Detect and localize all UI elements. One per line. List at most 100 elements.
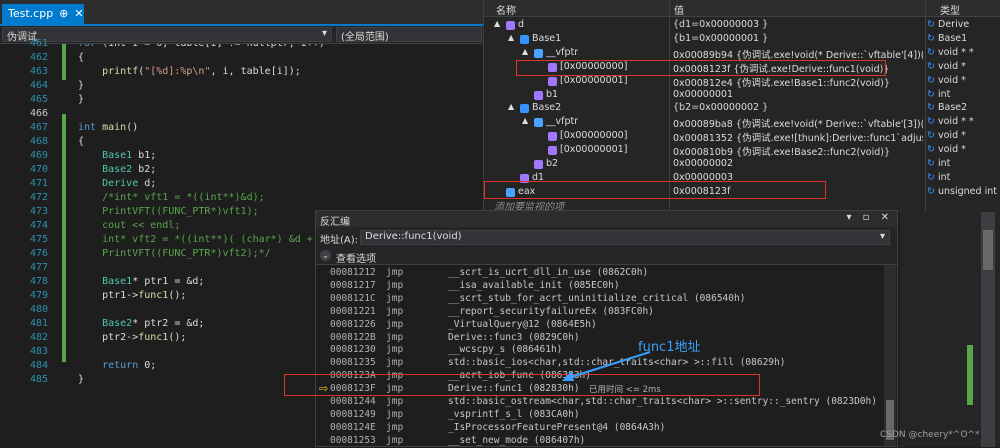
line-number: 470 — [29, 164, 48, 175]
watch-row[interactable]: b2 0x00000002 ↻ int — [484, 157, 1000, 171]
refresh-icon[interactable]: ↻ — [927, 61, 935, 72]
refresh-icon[interactable]: ↻ — [927, 158, 935, 169]
refresh-icon[interactable]: ↻ — [927, 144, 935, 155]
code-line[interactable]: Base1 b1; — [78, 150, 156, 161]
disassembly-op: jmp — [386, 421, 404, 433]
watch-value[interactable]: 0x000810b9 {伪调试.exe!Base2::func2(void)} — [673, 144, 923, 158]
code-line[interactable]: ptr2->func1(); — [78, 332, 186, 343]
code-line[interactable]: printf("[%d]:%p\n", i, table[i]); — [78, 66, 301, 77]
watch-type: void * — [938, 130, 966, 142]
refresh-icon[interactable]: ↻ — [927, 33, 935, 44]
watch-value[interactable]: 0x00089ba8 {伪调试.exe!void(* Derive::`vfta… — [673, 116, 923, 130]
code-line[interactable]: PrintVFT((FUNC_PTR*)vft2);*/ — [78, 248, 271, 259]
watch-row[interactable]: ▲ __vfptr 0x00089b94 {伪调试.exe!void(* Deriv… — [484, 46, 1000, 61]
scrollbar-thumb[interactable] — [983, 230, 993, 270]
code-token: printf — [102, 66, 139, 77]
code-line[interactable]: } — [78, 94, 84, 105]
code-line[interactable]: int main() — [78, 122, 138, 133]
refresh-icon[interactable]: ↻ — [927, 19, 935, 30]
watch-value[interactable]: 0x00081352 {伪调试.exe![thunk]:Derive::func… — [673, 130, 923, 144]
watch-value[interactable]: {d1=0x00000003 } — [673, 19, 923, 30]
watch-row[interactable]: [0x00000001] 0x000810b9 {伪调试.exe!Base2::f… — [484, 143, 1000, 158]
refresh-icon[interactable]: ↻ — [927, 186, 935, 197]
refresh-icon[interactable]: ↻ — [927, 172, 935, 183]
code-token: { — [78, 52, 85, 63]
watch-type: int — [938, 158, 951, 169]
column-type-header[interactable]: 类型 — [940, 2, 960, 17]
code-line[interactable]: Base2 b2; — [78, 164, 156, 175]
disassembly-line[interactable]: 00081249 jmp _vsprintf_s_l (083CA0h) — [330, 409, 880, 422]
disassembly-line[interactable]: 0008121C jmp __scrt_stub_for_acrt_uninitia… — [330, 293, 880, 306]
code-line[interactable]: Base2* ptr2 = &d; — [78, 318, 204, 329]
code-line[interactable]: PrintVFT((FUNC_PTR*)vft1); — [78, 206, 259, 217]
disassembly-line[interactable]: 00081212 jmp __scrt_is_ucrt_dll_in_use (08… — [330, 267, 880, 280]
watch-value[interactable]: 0x00000001 — [673, 89, 923, 100]
code-line[interactable]: { — [78, 52, 84, 63]
refresh-icon[interactable]: ↻ — [927, 47, 935, 58]
column-value-header[interactable]: 值 — [674, 2, 684, 17]
project-scope-dropdown[interactable]: 伪调试 ▾ — [2, 27, 332, 43]
code-line[interactable]: cout << endl; — [78, 220, 180, 231]
disassembly-target: std::basic_ostream<char,std::char_traits… — [448, 396, 877, 407]
expand-triangle-icon[interactable]: ▲ — [494, 19, 500, 28]
watch-row[interactable]: b1 0x00000001 ↻ int — [484, 88, 1000, 102]
code-line[interactable]: } — [78, 80, 84, 91]
watch-row[interactable]: ▲ Base1 {b1=0x00000001 } ↻ Base1 — [484, 32, 1000, 46]
expand-triangle-icon[interactable]: ▲ — [522, 47, 528, 56]
refresh-icon[interactable]: ↻ — [927, 102, 935, 113]
member-icon — [534, 160, 543, 169]
disassembly-scrollbar[interactable] — [884, 265, 896, 446]
watch-value[interactable]: 0x00089b94 {伪调试.exe!void(* Derive::`vfta… — [673, 47, 923, 61]
code-line[interactable]: for (int i = 0; table[i] != nullptr; i++… — [78, 44, 325, 49]
global-scope-dropdown[interactable]: (全局范围) — [336, 27, 482, 43]
code-line[interactable]: { — [78, 136, 84, 147]
watch-row[interactable]: ▲ Base2 {b2=0x00000002 } ↻ Base2 — [484, 101, 1000, 115]
disassembly-line[interactable]: 0008124E jmp _IsProcessorFeaturePresent@4 … — [330, 422, 880, 435]
expand-icon[interactable]: ⌄ — [320, 250, 331, 261]
close-icon[interactable]: ✕ — [74, 7, 83, 23]
disassembly-line[interactable]: 00081217 jmp __isa_available_init (085EC0h… — [330, 280, 880, 293]
column-name-header[interactable]: 名称 — [496, 2, 516, 17]
disassembly-line[interactable]: 0008122B jmp Derive::func3 (0829C0h) — [330, 332, 880, 345]
disassembly-op: jmp — [386, 357, 404, 369]
code-line[interactable]: } — [78, 374, 84, 385]
watch-row[interactable]: [0x00000000] 0x00081352 {伪调试.exe![thunk]:… — [484, 129, 1000, 144]
code-line[interactable]: Base1* ptr1 = &d; — [78, 276, 204, 287]
watch-row[interactable]: ▲ d {d1=0x00000003 } ↻ Derive — [484, 18, 1000, 32]
line-number: 468 — [29, 136, 48, 147]
refresh-icon[interactable]: ↻ — [927, 116, 935, 127]
address-input[interactable]: Derive::func1(void) ▾ — [360, 230, 890, 245]
file-tab[interactable]: Test.cpp ⊕ ✕ — [2, 4, 84, 26]
line-number: 475 — [29, 234, 48, 245]
view-options-bar[interactable]: ⌄ 查看选项 — [316, 247, 897, 265]
watch-value[interactable]: 0x000812e4 {伪调试.exe!Base1::func2(void)} — [673, 75, 923, 89]
watch-value[interactable]: {b2=0x00000002 } — [673, 102, 923, 113]
watch-value[interactable]: {b1=0x00000001 } — [673, 33, 923, 44]
window-controls[interactable]: ▾ ▫ ✕ — [846, 212, 893, 223]
code-line[interactable]: /*int* vft1 = *((int**)&d); — [78, 192, 265, 203]
watch-row[interactable]: ▲ __vfptr 0x00089ba8 {伪调试.exe!void(* Deriv… — [484, 115, 1000, 130]
disassembly-line[interactable]: 00081221 jmp __report_securityfailureEx (0… — [330, 306, 880, 319]
disassembly-line[interactable]: 00081253 jmp __set_new_mode (086407h) — [330, 435, 880, 448]
code-line[interactable]: return 0; — [78, 360, 156, 371]
code-token: /*int* vft1 = *((int**)&d); — [78, 192, 265, 203]
expand-triangle-icon[interactable]: ▲ — [522, 116, 528, 125]
code-token: 0; — [138, 360, 157, 371]
highlight-box — [516, 60, 886, 76]
refresh-icon[interactable]: ↻ — [927, 75, 935, 86]
highlight-box — [284, 374, 760, 396]
editor-scrollbar[interactable] — [981, 212, 995, 447]
expand-triangle-icon[interactable]: ▲ — [508, 102, 514, 111]
watch-name: b2 — [546, 158, 559, 169]
pin-icon[interactable]: ⊕ — [59, 7, 68, 23]
disassembly-line[interactable]: 00081226 jmp _VirtualQuery@12 (0864E5h) — [330, 319, 880, 332]
code-line[interactable]: ptr1->func1(); — [78, 290, 186, 301]
refresh-icon[interactable]: ↻ — [927, 89, 935, 100]
expand-triangle-icon[interactable]: ▲ — [508, 33, 514, 42]
disassembly-line[interactable]: 00081244 jmp std::basic_ostream<char,std::… — [330, 396, 880, 409]
code-token: cout << endl; — [78, 220, 181, 231]
disassembly-target: __scrt_is_ucrt_dll_in_use (0862C0h) — [448, 267, 649, 278]
refresh-icon[interactable]: ↻ — [927, 130, 935, 141]
watch-value[interactable]: 0x00000002 — [673, 158, 923, 169]
code-line[interactable]: Derive d; — [78, 178, 156, 189]
